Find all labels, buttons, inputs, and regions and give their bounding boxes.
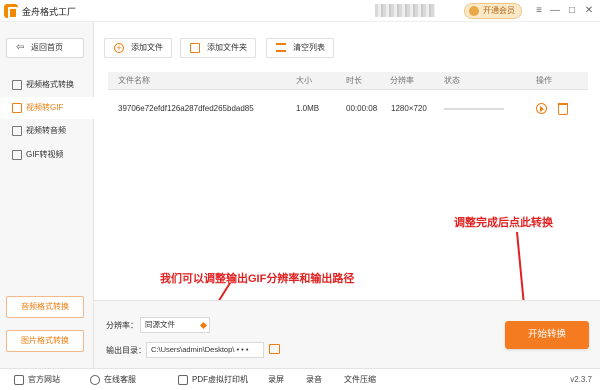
folder-icon bbox=[190, 43, 200, 53]
convert-hint-annotation: 调整完成后点此转换 bbox=[454, 217, 553, 229]
app-logo-icon bbox=[4, 4, 18, 19]
file-duration: 00:00:08 bbox=[346, 104, 378, 113]
column-header-resolution: 分辨率 bbox=[390, 76, 414, 85]
sidebar-item-label: 视频转GIF bbox=[26, 103, 64, 112]
gif-icon bbox=[12, 103, 22, 113]
sidebar-item-gif-to-video[interactable]: GIF转视频 bbox=[0, 144, 94, 166]
add-file-label: 添加文件 bbox=[131, 43, 163, 52]
vip-button[interactable]: 开通会员 bbox=[464, 3, 522, 19]
menu-icon[interactable]: ≡ bbox=[532, 4, 546, 18]
online-support-label: 在线客服 bbox=[104, 375, 136, 384]
home-icon bbox=[14, 375, 24, 385]
sidebar-item-video-to-gif[interactable]: 视频转GIF bbox=[0, 97, 94, 119]
app-title: 金舟格式工厂 bbox=[22, 7, 77, 17]
column-header-actions: 操作 bbox=[536, 76, 552, 85]
back-home-button[interactable]: ⇦ 返回首页 bbox=[6, 38, 84, 58]
file-table-header: 文件名称 大小 时长 分辨率 状态 操作 bbox=[108, 72, 588, 90]
output-path-field[interactable]: C:\Users\admin\Desktop\ • • • bbox=[146, 342, 264, 358]
back-home-label: 返回首页 bbox=[31, 43, 63, 52]
online-support-link[interactable]: 在线客服 bbox=[88, 369, 136, 390]
column-header-name: 文件名称 bbox=[118, 76, 150, 85]
close-icon[interactable]: ✕ bbox=[582, 4, 596, 18]
audio-record-link[interactable]: 录音 bbox=[306, 369, 322, 390]
audio-convert-button[interactable]: 音频格式转换 bbox=[6, 296, 84, 318]
open-folder-icon[interactable] bbox=[269, 344, 280, 354]
conversion-progress bbox=[444, 108, 504, 110]
film-icon bbox=[12, 150, 22, 160]
back-arrow-icon: ⇦ bbox=[16, 42, 25, 53]
clear-list-button[interactable]: 清空列表 bbox=[266, 38, 334, 58]
official-site-label: 官方网站 bbox=[28, 375, 60, 384]
trash-icon[interactable] bbox=[558, 103, 568, 115]
column-header-size: 大小 bbox=[296, 76, 312, 85]
file-resolution: 1280×720 bbox=[391, 104, 427, 113]
app-version: v2.3.7 bbox=[570, 375, 592, 384]
audio-icon bbox=[12, 126, 22, 136]
resolution-select[interactable]: 同源文件 bbox=[140, 317, 210, 333]
add-folder-label: 添加文件夹 bbox=[207, 43, 247, 52]
chevron-down-icon bbox=[199, 321, 208, 330]
title-bar: 金舟格式工厂 开通会员 ≡ — □ ✕ bbox=[0, 0, 600, 22]
output-dir-label: 输出目录： bbox=[106, 346, 146, 355]
more-options-icon[interactable]: • • • bbox=[236, 345, 248, 354]
sidebar-item-label: 视频转音频 bbox=[26, 126, 66, 135]
start-convert-button[interactable]: 开始转换 bbox=[505, 321, 589, 349]
sidebar-item-label: GIF转视频 bbox=[26, 150, 64, 159]
pdf-printer-label: PDF虚拟打印机 bbox=[192, 375, 248, 384]
add-file-button[interactable]: + 添加文件 bbox=[104, 38, 172, 58]
video-icon bbox=[12, 80, 22, 90]
column-header-duration: 时长 bbox=[346, 76, 362, 85]
screen-record-link[interactable]: 录屏 bbox=[268, 369, 284, 390]
clear-list-label: 清空列表 bbox=[293, 43, 325, 52]
resolution-label: 分辨率： bbox=[106, 321, 138, 330]
status-bar: 官方网站 在线客服 PDF虚拟打印机 录屏 录音 文件压缩 v2.3.7 bbox=[0, 368, 600, 390]
sidebar: ⇦ 返回首页 视频格式转换 视频转GIF 视频转音频 GIF转视频 音频格式转换… bbox=[0, 22, 94, 368]
minimize-icon[interactable]: — bbox=[548, 4, 562, 18]
output-path-value: C:\Users\admin\Desktop\ bbox=[151, 345, 235, 354]
crown-icon bbox=[469, 6, 479, 16]
image-convert-button[interactable]: 图片格式转换 bbox=[6, 330, 84, 352]
resolution-value: 同源文件 bbox=[145, 320, 175, 329]
maximize-icon[interactable]: □ bbox=[565, 4, 579, 18]
official-site-link[interactable]: 官方网站 bbox=[12, 369, 60, 390]
user-avatar[interactable] bbox=[375, 4, 435, 17]
play-icon[interactable] bbox=[536, 103, 547, 114]
file-size: 1.0MB bbox=[296, 104, 320, 113]
table-row[interactable]: 39706e72efdf126a287dfed265bdad85 1.0MB 0… bbox=[108, 96, 588, 122]
vip-label: 开通会员 bbox=[483, 6, 515, 15]
pdf-printer-link[interactable]: PDF虚拟打印机 bbox=[176, 369, 248, 390]
add-folder-button[interactable]: 添加文件夹 bbox=[180, 38, 256, 58]
printer-icon bbox=[178, 375, 188, 385]
column-header-status: 状态 bbox=[444, 76, 460, 85]
settings-hint-annotation: 我们可以调整输出GIF分辨率和输出路径 bbox=[160, 273, 355, 285]
file-compress-link[interactable]: 文件压缩 bbox=[344, 369, 376, 390]
support-icon bbox=[90, 375, 100, 385]
plus-icon: + bbox=[114, 43, 124, 53]
sidebar-item-video-convert[interactable]: 视频格式转换 bbox=[0, 74, 94, 96]
file-name: 39706e72efdf126a287dfed265bdad85 bbox=[118, 104, 254, 113]
sidebar-item-video-to-audio[interactable]: 视频转音频 bbox=[0, 120, 94, 142]
sidebar-item-label: 视频格式转换 bbox=[26, 80, 74, 89]
clear-list-icon bbox=[276, 43, 286, 52]
